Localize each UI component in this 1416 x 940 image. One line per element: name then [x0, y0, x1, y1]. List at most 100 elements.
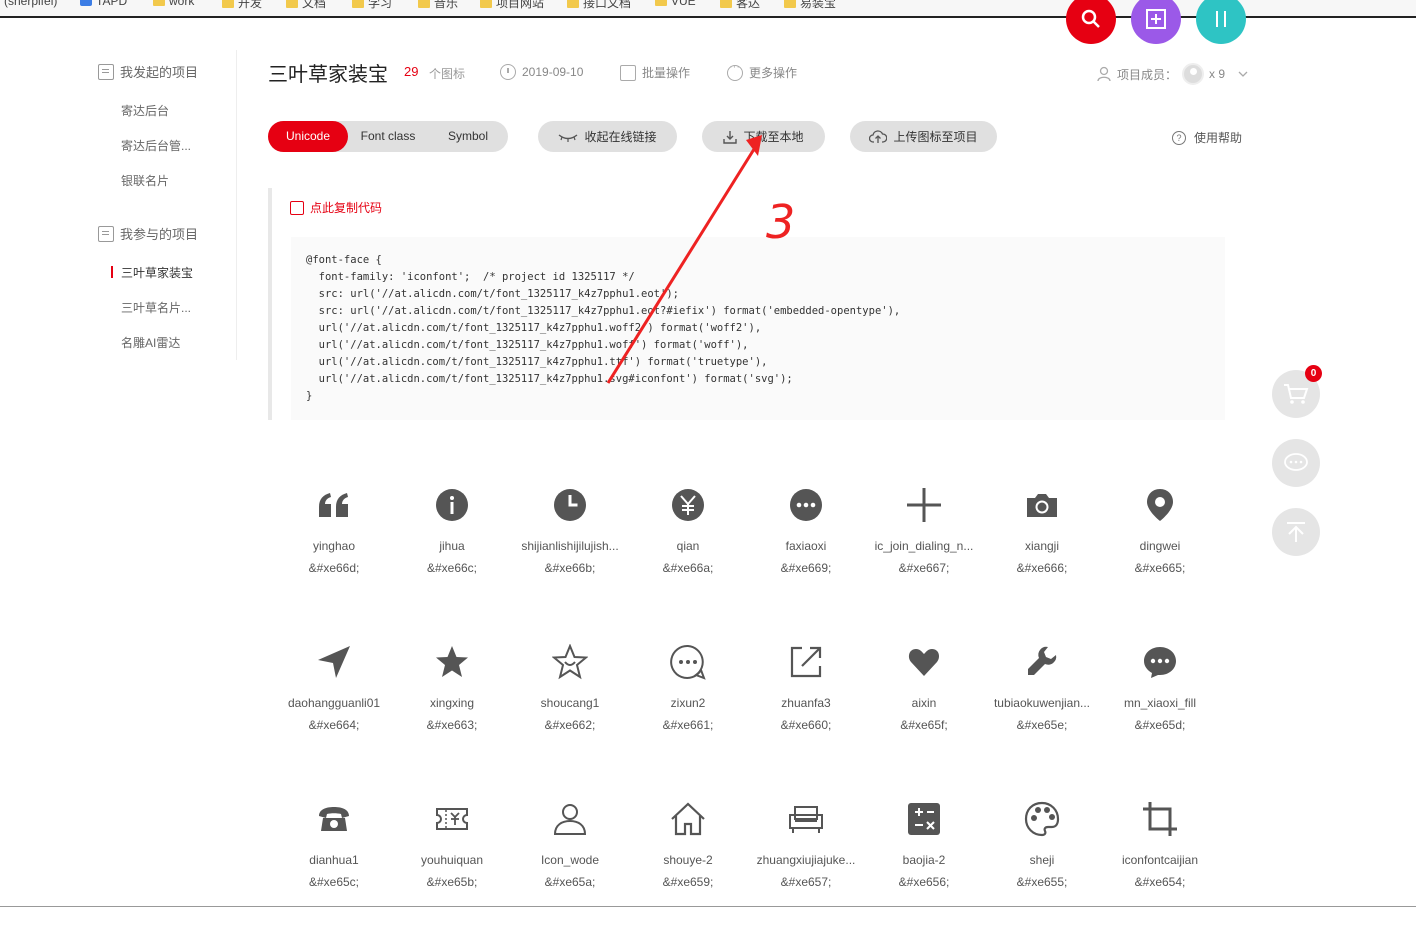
icon-card[interactable]: dianhua1 &#xe65c; — [275, 801, 393, 931]
download-button[interactable]: 下载至本地 — [702, 121, 825, 152]
bookmark-item[interactable]: 音乐 — [418, 0, 458, 11]
message-filled-icon — [1142, 644, 1178, 680]
icon-card[interactable]: sheji &#xe655; — [983, 801, 1101, 931]
bookmark-label: 客达 — [736, 0, 761, 10]
folder-icon — [720, 0, 732, 8]
icon-card[interactable]: shoucang1 &#xe662; — [511, 644, 629, 774]
folder-icon — [153, 0, 165, 6]
icon-card[interactable]: qian &#xe66a; — [629, 487, 747, 617]
icon-unicode: &#xe662; — [544, 718, 596, 732]
sidebar-item-project-active[interactable]: 三叶草家装宝 — [110, 264, 193, 281]
icon-name: shouye-2 — [663, 853, 713, 867]
sidebar-item-project[interactable]: 名雕AI雷达 — [121, 334, 180, 351]
icon-unicode: &#xe65f; — [900, 718, 948, 732]
icon-card[interactable]: aixin &#xe65f; — [865, 644, 983, 774]
copy-code-label: 点此复制代码 — [310, 201, 383, 215]
camera-icon — [1024, 487, 1060, 523]
icon-name: faxiaoxi — [785, 539, 827, 553]
icon-card[interactable]: ic_join_dialing_n... &#xe667; — [865, 487, 983, 617]
icon-name: baojia-2 — [902, 853, 946, 867]
heading-label: 我发起的项目 — [120, 65, 199, 80]
icon-card[interactable]: mn_xiaoxi_fill &#xe65d; — [1101, 644, 1219, 774]
copy-icon — [290, 200, 304, 215]
icon-unicode: &#xe661; — [662, 718, 714, 732]
download-label: 下载至本地 — [743, 130, 804, 144]
sidebar-item-project[interactable]: 寄达后台 — [121, 102, 169, 119]
icon-name: aixin — [911, 696, 937, 710]
phone-icon — [316, 801, 352, 837]
sidebar-item-project[interactable]: 三叶草名片... — [121, 299, 191, 316]
icon-card[interactable]: youhuiquan &#xe65b; — [393, 801, 511, 931]
bookmark-item[interactable]: 文档 — [286, 0, 326, 11]
date-label: 2019-09-10 — [522, 65, 584, 79]
clock-icon — [552, 487, 588, 523]
icon-name: zixun2 — [670, 696, 706, 710]
code-block[interactable]: @font-face { font-family: 'iconfont'; /*… — [291, 237, 1225, 420]
search-button[interactable] — [1066, 0, 1116, 44]
wrench-icon — [1024, 644, 1060, 680]
bookmark-item[interactable]: TAPD — [80, 0, 127, 8]
collapse-link-button[interactable]: 收起在线链接 — [538, 121, 677, 152]
copy-code-button[interactable]: 点此复制代码 — [290, 199, 382, 216]
icon-card[interactable]: tubiaokuwenjian... &#xe65e; — [983, 644, 1101, 774]
bookmark-label: 接口文档 — [583, 0, 632, 10]
bottom-divider — [0, 906, 1416, 907]
bookmark-item[interactable]: 开发 — [222, 0, 262, 11]
icon-card[interactable]: Icon_wode &#xe65a; — [511, 801, 629, 931]
icon-name: qian — [676, 539, 700, 553]
plus-icon — [906, 487, 942, 523]
icon-card[interactable]: shijianlishijilujish... &#xe66b; — [511, 487, 629, 617]
icon-card[interactable]: xingxing &#xe663; — [393, 644, 511, 774]
arrow-up-icon — [1287, 522, 1305, 542]
star-filled-icon — [434, 644, 470, 680]
icon-card[interactable]: zhuanfa3 &#xe660; — [747, 644, 865, 774]
bookmark-item[interactable]: VUE — [655, 0, 696, 8]
sidebar-item-project[interactable]: 寄达后台管... — [121, 137, 191, 154]
icon-card[interactable]: daohangguanli01 &#xe664; — [275, 644, 393, 774]
icon-unicode: &#xe666; — [1016, 561, 1068, 575]
exchange-button[interactable] — [1196, 0, 1246, 44]
tab-font-class[interactable]: Font class — [348, 121, 428, 152]
bookmark-item[interactable]: 客达 — [720, 0, 760, 11]
icon-unicode: &#xe665; — [1134, 561, 1186, 575]
quote-icon — [316, 487, 352, 523]
sidebar-item-project[interactable]: 银联名片 — [121, 172, 169, 189]
bookmark-label: 音乐 — [434, 0, 459, 10]
more-operation-button[interactable]: 更多操作 — [727, 61, 797, 81]
help-label: 使用帮助 — [1194, 131, 1243, 145]
download-icon — [723, 130, 738, 144]
icon-card[interactable]: shouye-2 &#xe659; — [629, 801, 747, 931]
icon-card[interactable]: dingwei &#xe665; — [1101, 487, 1219, 617]
members-label: 项目成员： — [1117, 67, 1178, 82]
bookmark-item[interactable]: (sherpifel) — [4, 0, 57, 8]
bookmark-label: 开发 — [238, 0, 263, 10]
icon-card[interactable]: yinghao &#xe66d; — [275, 487, 393, 617]
heart-icon — [906, 644, 942, 680]
chat-button[interactable] — [1272, 439, 1320, 487]
tab-unicode[interactable]: Unicode — [268, 121, 348, 152]
back-to-top-button[interactable] — [1272, 508, 1320, 556]
help-link[interactable]: ? 使用帮助 — [1172, 129, 1242, 146]
bookmark-item[interactable]: 接口文档 — [567, 0, 631, 11]
project-members[interactable]: 项目成员： x 9 — [1096, 63, 1250, 85]
icon-card[interactable]: xiangji &#xe666; — [983, 487, 1101, 617]
bookmark-item[interactable]: 项目网站 — [480, 0, 544, 11]
members-count: x 9 — [1209, 67, 1226, 81]
batch-operation-button[interactable]: 批量操作 — [620, 64, 690, 81]
icon-unicode: &#xe655; — [1016, 875, 1068, 889]
icon-card[interactable]: faxiaoxi &#xe669; — [747, 487, 865, 617]
icon-card[interactable]: zixun2 &#xe661; — [629, 644, 747, 774]
icon-card[interactable]: baojia-2 &#xe656; — [865, 801, 983, 931]
bookmark-item[interactable]: 易装宝 — [784, 0, 836, 11]
bookmark-item[interactable]: work — [153, 0, 194, 8]
project-list-icon — [98, 225, 114, 242]
icon-card[interactable]: zhuangxiujiajuke... &#xe657; — [747, 801, 865, 931]
upload-button[interactable]: 上传图标至项目 — [850, 121, 997, 152]
add-project-button[interactable] — [1131, 0, 1181, 44]
tab-symbol[interactable]: Symbol — [428, 121, 508, 152]
icon-card[interactable]: jihua &#xe66c; — [393, 487, 511, 617]
heading-label: 我参与的项目 — [120, 227, 199, 242]
icon-card[interactable]: iconfontcaijian &#xe654; — [1101, 801, 1219, 931]
icon-name: mn_xiaoxi_fill — [1123, 696, 1197, 710]
bookmark-item[interactable]: 学习 — [352, 0, 392, 11]
